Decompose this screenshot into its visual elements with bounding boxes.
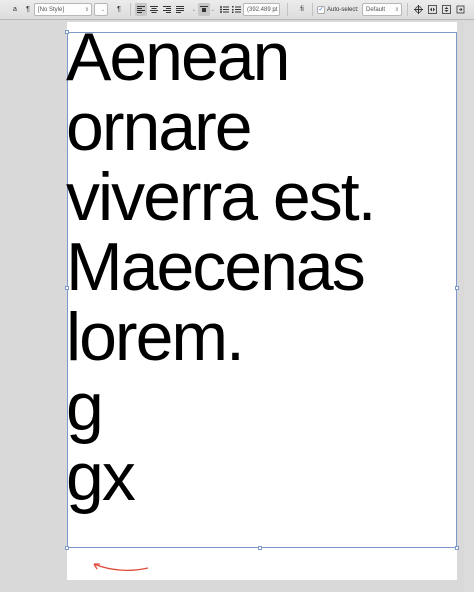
toolbar-divider-3 — [312, 3, 313, 16]
rotate-button[interactable] — [454, 3, 466, 16]
text-frame-content[interactable]: Aenean ornare viverra est. Maecenas lore… — [66, 22, 466, 512]
text-line: ornare — [66, 89, 253, 165]
flip-vertical-icon — [441, 5, 451, 14]
text-line: gx — [66, 439, 136, 515]
context-toolbar: a ¶ [No Style] ⇕ ⌄ ¶ ⌄ ⌄ (392.489 pt ⌄ f… — [0, 0, 474, 20]
flip-horizontal-button[interactable] — [426, 3, 438, 16]
align-center-button[interactable] — [148, 3, 160, 16]
canvas-scroll-area[interactable] — [464, 22, 474, 592]
align-left-button[interactable] — [135, 3, 147, 16]
paragraph-button[interactable]: ¶ — [113, 3, 125, 16]
vertical-align-dropdown[interactable]: ⌄ — [210, 3, 217, 16]
toolbar-divider-2 — [287, 3, 288, 16]
chevron-down-icon-2: ⌄ — [191, 6, 196, 13]
text-line: Aenean — [66, 19, 290, 95]
vertical-align-icon — [200, 6, 208, 12]
text-line: Maecenas — [66, 229, 366, 305]
text-line: lorem. — [66, 299, 245, 375]
text-line: viverra est. — [66, 159, 377, 235]
vertical-align-button[interactable] — [198, 3, 210, 16]
toolbar-divider-4 — [407, 3, 408, 16]
chevron-down-icon: ⌄ — [100, 6, 105, 13]
align-right-icon — [163, 6, 171, 13]
style-dropdown-value: [No Style] — [38, 6, 65, 13]
checkmark-icon: ✓ — [317, 5, 325, 14]
chevron-down-icon-3: ⌄ — [210, 6, 215, 13]
toolbar-divider — [130, 3, 131, 16]
paragraph-style-button[interactable]: ¶ — [22, 3, 34, 16]
chevron-updown-icon-2: ⇕ — [394, 6, 399, 13]
justify-icon — [176, 6, 184, 13]
paragraph-icon-2: ¶ — [117, 6, 121, 13]
justify-button[interactable] — [174, 3, 186, 16]
character-button[interactable]: a — [9, 3, 21, 16]
resize-handle-bottom-right[interactable] — [455, 546, 459, 550]
auto-select-dropdown[interactable]: Default ⇕ — [362, 3, 402, 16]
text-line: g — [66, 369, 104, 445]
justify-options-dropdown[interactable]: ⌄ — [189, 3, 198, 16]
ligature-icon: fi — [300, 6, 304, 13]
align-left-icon — [137, 6, 145, 13]
style-dropdown[interactable]: [No Style] ⇕ — [34, 3, 92, 16]
bullet-list-icon — [219, 6, 229, 13]
resize-handle-bottom-left[interactable] — [65, 546, 69, 550]
flip-vertical-button[interactable] — [440, 3, 452, 16]
auto-select-label: Auto-select: — [327, 6, 359, 13]
paragraph-icon: ¶ — [26, 6, 30, 13]
ligature-button[interactable]: fi — [296, 3, 308, 16]
align-center-icon — [150, 6, 158, 13]
style-options-dropdown[interactable]: ⌄ — [94, 3, 108, 16]
crosshair-icon — [413, 5, 423, 14]
bullet-list-button[interactable] — [218, 3, 230, 16]
resize-handle-bottom[interactable] — [258, 546, 262, 550]
auto-select-checkbox[interactable]: ✓ — [317, 3, 325, 16]
position-field[interactable]: (392.489 pt ⌄ — [243, 3, 280, 16]
auto-select-value: Default — [366, 6, 386, 13]
chevron-down-icon-4: ⌄ — [272, 6, 277, 13]
numbered-list-icon — [231, 6, 241, 13]
rotate-icon — [456, 5, 464, 14]
flip-horizontal-icon — [427, 5, 437, 14]
transform-origin-button[interactable] — [412, 3, 424, 16]
character-icon: a — [13, 6, 17, 13]
annotation-arrow-icon — [93, 563, 149, 571]
numbered-list-button[interactable] — [230, 3, 242, 16]
align-right-button[interactable] — [161, 3, 173, 16]
chevron-updown-icon: ⇕ — [84, 6, 89, 13]
